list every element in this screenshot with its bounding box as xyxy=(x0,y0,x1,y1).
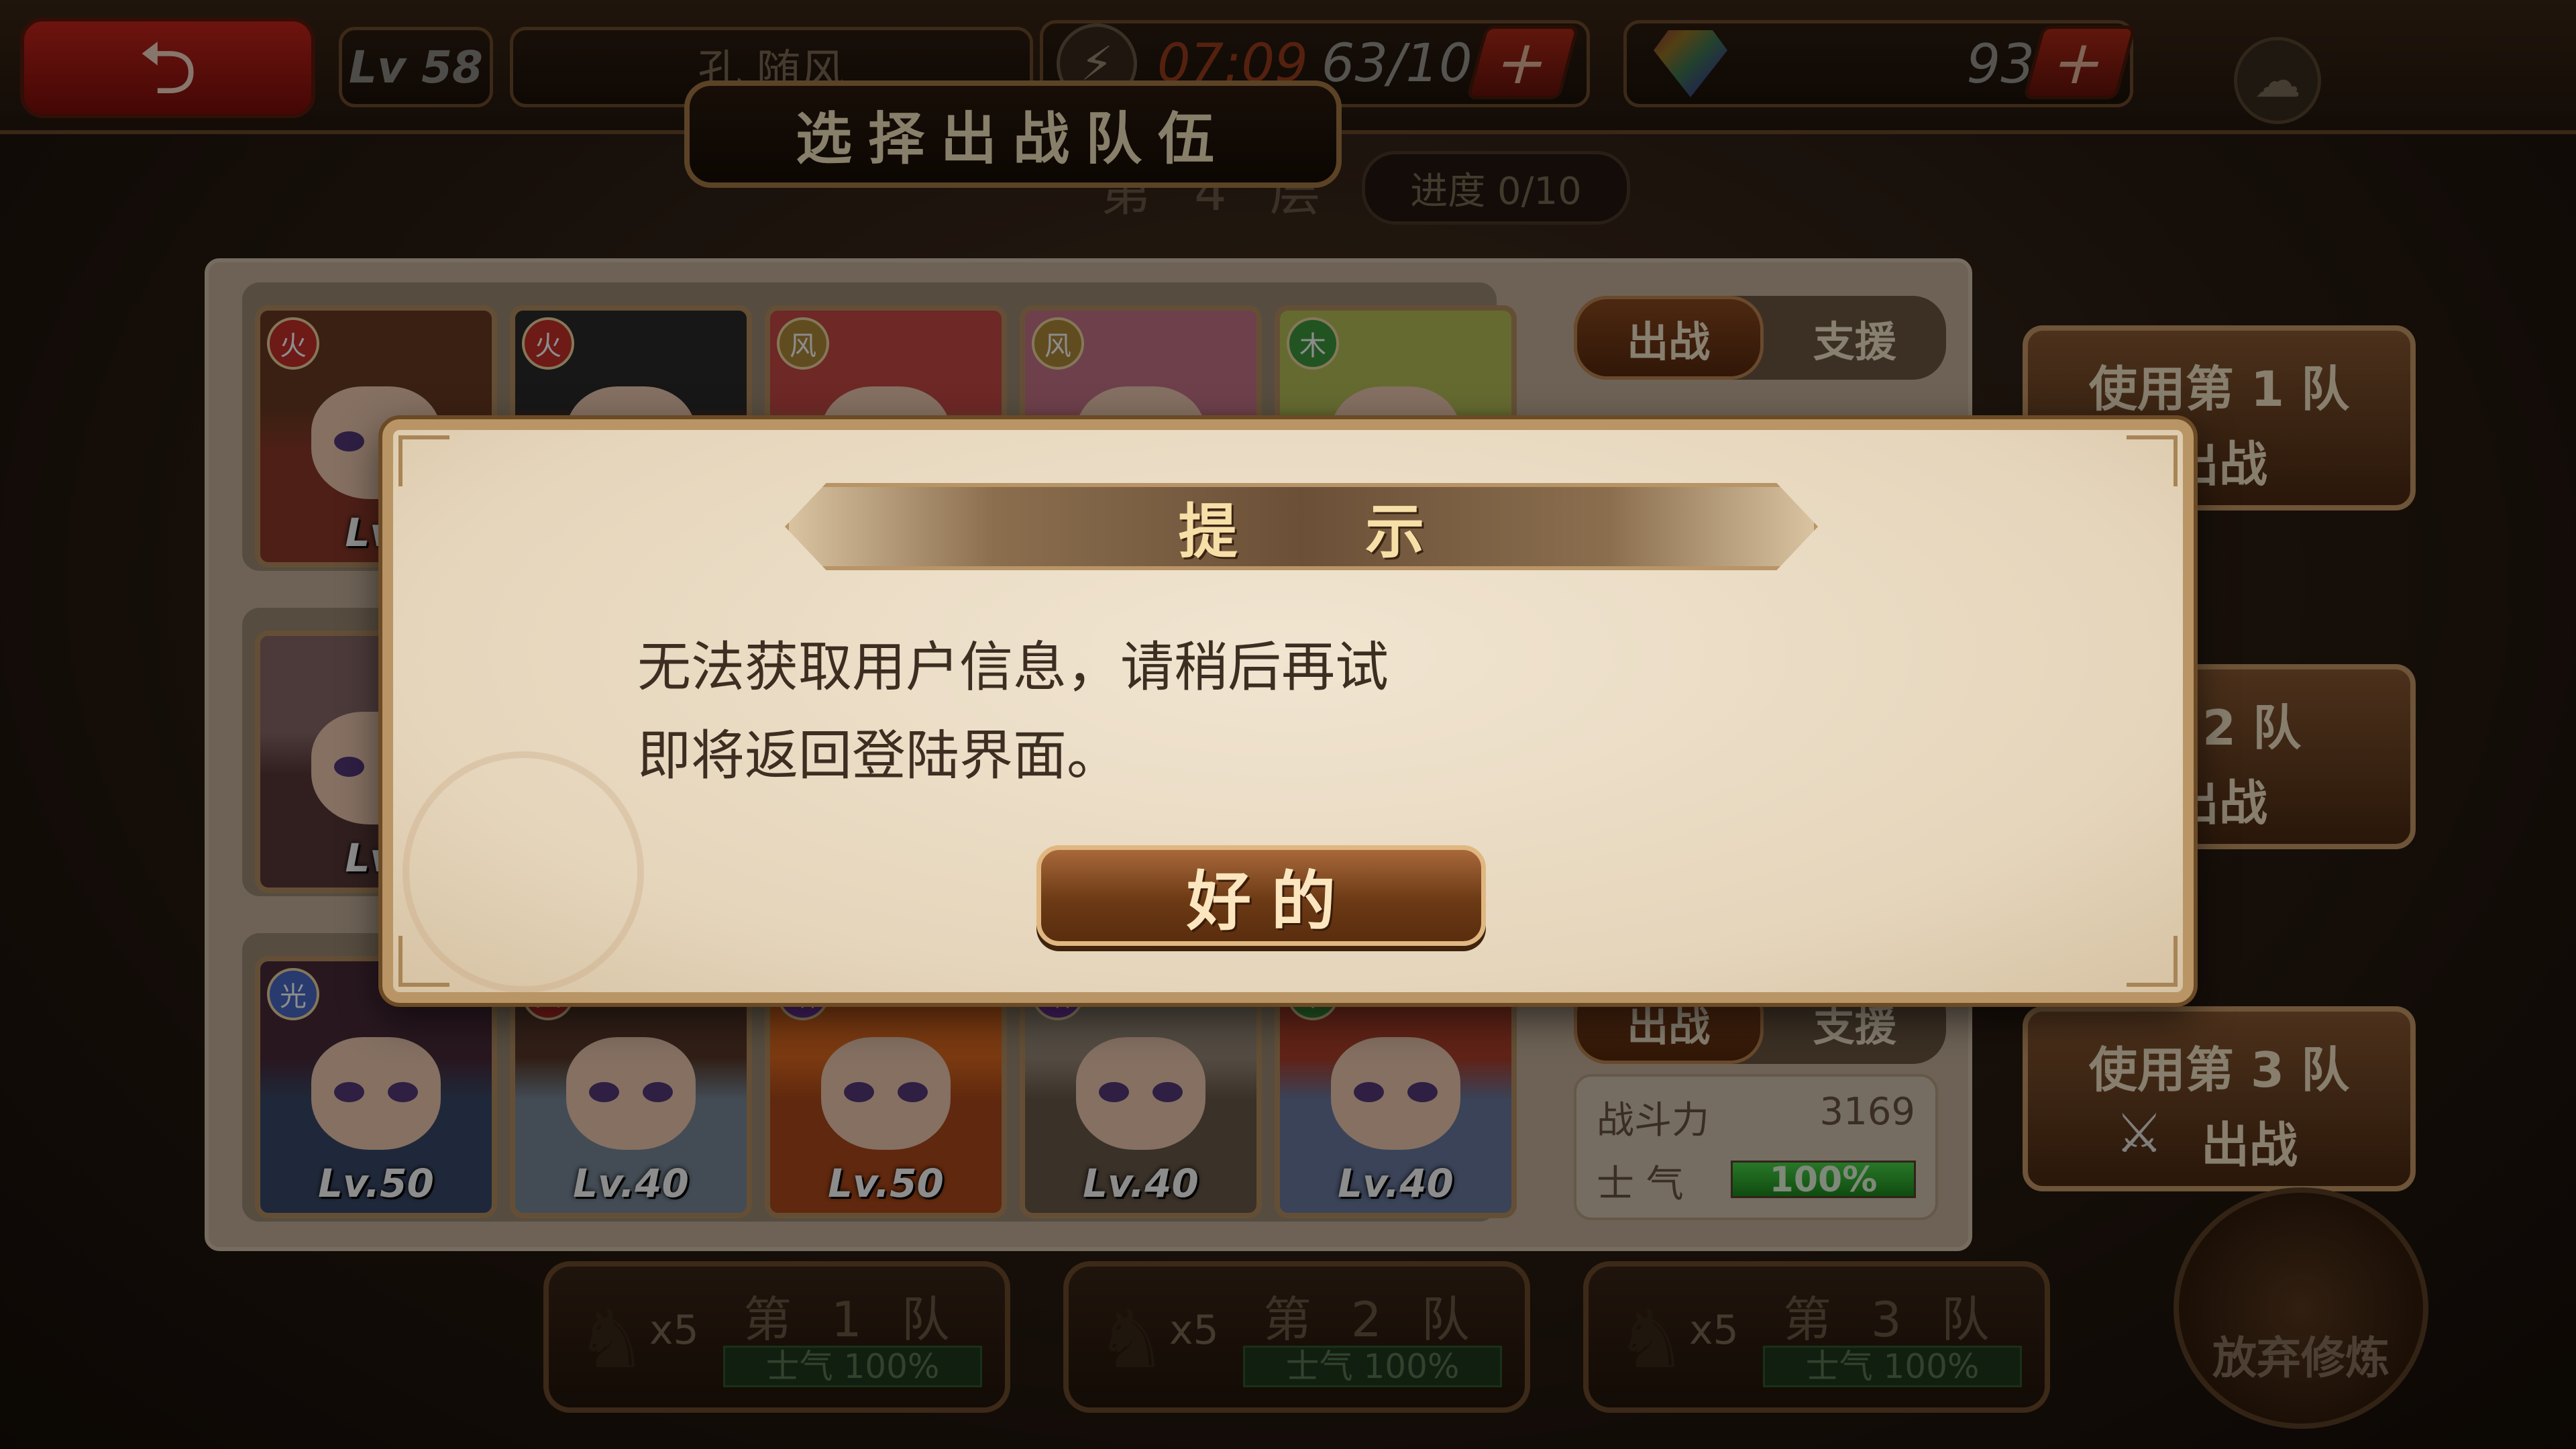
ok-button[interactable]: 好的 xyxy=(1036,845,1486,946)
dialog-message-line-1: 无法获取用户信息，请稍后再试 xyxy=(637,636,1389,698)
dialog-message-line-2: 即将返回登陆界面。 xyxy=(637,724,1120,787)
seal-watermark xyxy=(402,751,644,993)
dialog-title: 提 示 xyxy=(785,483,1818,570)
corner-ornament xyxy=(398,435,449,486)
corner-ornament xyxy=(2127,936,2178,987)
corner-ornament xyxy=(2127,435,2178,486)
